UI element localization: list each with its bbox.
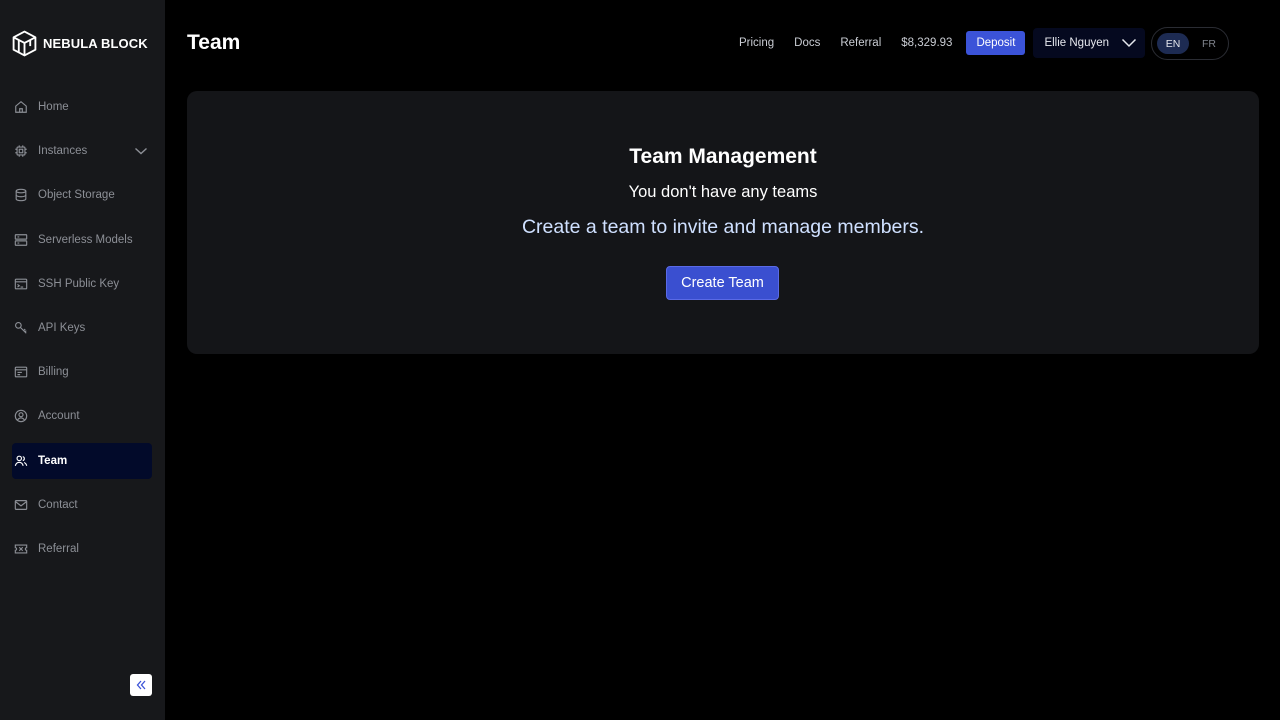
home-icon: [13, 99, 29, 115]
user-circle-icon: [13, 408, 29, 424]
team-icon: [13, 453, 29, 469]
database-icon: [13, 187, 29, 203]
cube-logo-icon: [12, 30, 37, 57]
sidebar-item-serverless-models[interactable]: Serverless Models: [12, 222, 152, 258]
brand-name: NEBULA BLOCK: [43, 36, 148, 51]
sidebar-item-label: Object Storage: [38, 189, 115, 201]
collapse-sidebar-button[interactable]: [130, 674, 152, 696]
chevron-down-icon[interactable]: [134, 146, 148, 156]
user-menu[interactable]: Ellie Nguyen: [1033, 28, 1146, 58]
sidebar-item-label: API Keys: [38, 322, 86, 334]
sidebar: NEBULA BLOCK Home Instances Object Stora…: [0, 0, 165, 720]
language-option-en[interactable]: EN: [1157, 33, 1189, 54]
key-icon: [13, 320, 29, 336]
user-name: Ellie Nguyen: [1044, 37, 1110, 49]
terminal-icon: [13, 276, 29, 292]
sidebar-item-label: SSH Public Key: [38, 278, 120, 290]
sidebar-item-label: Team: [38, 455, 68, 467]
sidebar-item-home[interactable]: Home: [12, 89, 152, 125]
create-team-button[interactable]: Create Team: [666, 266, 779, 300]
account-balance: $8,329.93: [901, 37, 953, 49]
language-switcher: EN FR: [1151, 27, 1229, 60]
sidebar-item-label: Instances: [38, 145, 88, 157]
deposit-button[interactable]: Deposit: [966, 31, 1026, 55]
sidebar-item-contact[interactable]: Contact: [12, 487, 152, 523]
ticket-icon: [13, 541, 29, 557]
sidebar-item-team[interactable]: Team: [12, 443, 152, 479]
sidebar-item-label: Referral: [38, 543, 79, 555]
sidebar-item-label: Billing: [38, 366, 69, 378]
sidebar-item-label: Home: [38, 101, 69, 113]
chevron-down-icon: [1121, 38, 1137, 48]
referral-link[interactable]: Referral: [840, 37, 881, 49]
sidebar-item-api-keys[interactable]: API Keys: [12, 310, 152, 346]
card-title: Team Management: [629, 145, 817, 168]
empty-state-message: You don't have any teams: [628, 183, 818, 201]
docs-link[interactable]: Docs: [794, 37, 820, 49]
page-title: Team: [187, 31, 241, 54]
sidebar-item-label: Serverless Models: [38, 234, 133, 246]
sidebar-item-billing[interactable]: Billing: [12, 354, 152, 390]
brand-logo[interactable]: NEBULA BLOCK: [12, 30, 148, 57]
sidebar-item-ssh-public-key[interactable]: SSH Public Key: [12, 266, 152, 302]
sidebar-item-referral[interactable]: Referral: [12, 531, 152, 567]
empty-state-description: Create a team to invite and manage membe…: [521, 216, 925, 238]
language-option-fr[interactable]: FR: [1193, 33, 1225, 54]
sidebar-item-instances[interactable]: Instances: [12, 133, 152, 169]
chip-icon: [13, 143, 29, 159]
pricing-link[interactable]: Pricing: [739, 37, 774, 49]
sidebar-item-account[interactable]: Account: [12, 398, 152, 434]
mail-icon: [13, 497, 29, 513]
sidebar-item-label: Contact: [38, 499, 78, 511]
team-management-card: Team Management You don't have any teams…: [187, 91, 1259, 354]
sidebar-item-label: Account: [38, 410, 80, 422]
sidebar-item-object-storage[interactable]: Object Storage: [12, 177, 152, 213]
top-bar: Pricing Docs Referral $8,329.93 Deposit …: [729, 27, 1146, 59]
billing-icon: [13, 364, 29, 380]
server-icon: [13, 232, 29, 248]
double-chevron-left-icon: [136, 680, 146, 690]
